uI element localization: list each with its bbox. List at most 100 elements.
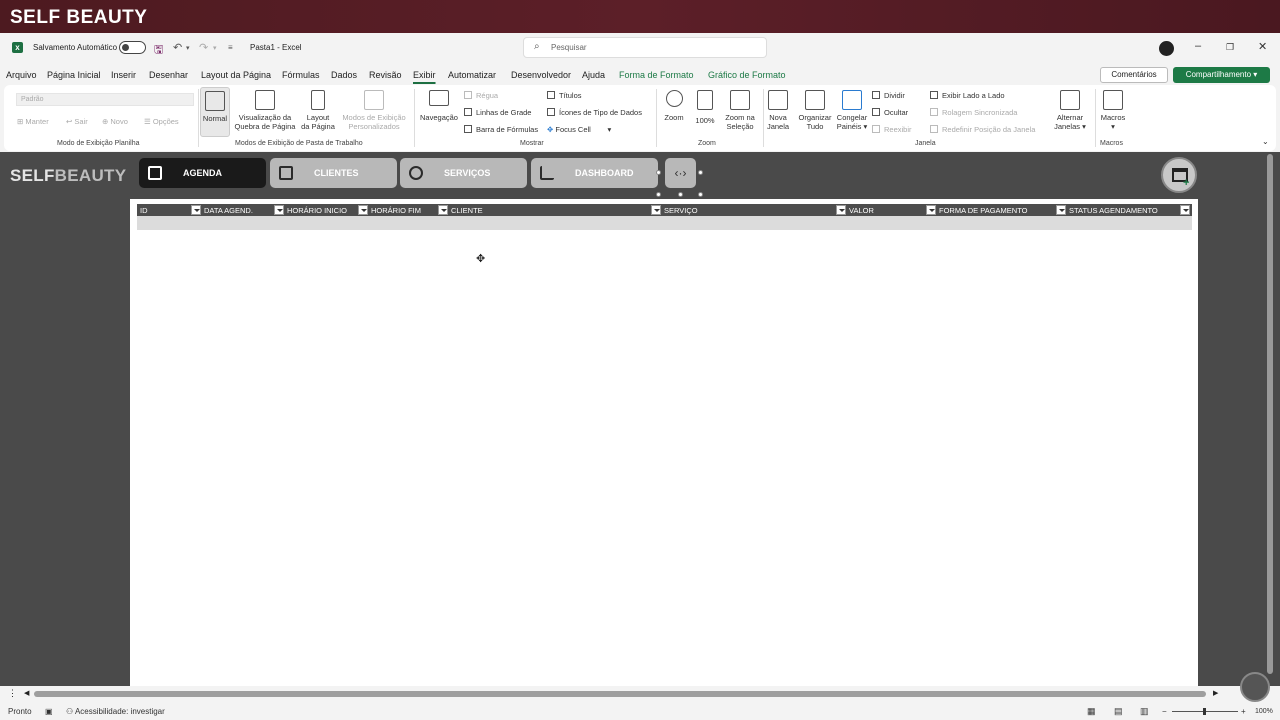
filter-dropdown-icon[interactable] <box>358 205 368 215</box>
comments-button[interactable]: Comentários <box>1100 67 1168 83</box>
data-type-icons-checkbox[interactable]: Ícones de Tipo de Dados <box>547 108 642 117</box>
tab-grafico-formato[interactable]: Gráfico de Formato <box>708 70 786 80</box>
tab-revisao[interactable]: Revisão <box>369 70 402 80</box>
hide-button[interactable]: Ocultar <box>872 108 908 117</box>
new-view-button: ⊕ Novo <box>102 117 128 126</box>
user-avatar[interactable] <box>1159 41 1174 56</box>
zoom-selection-button[interactable]: Zoom na Seleção <box>720 90 760 131</box>
new-window-button[interactable]: Nova Janela <box>764 90 792 131</box>
sheet-options-icon[interactable]: ⋮ <box>8 688 17 699</box>
page-layout-icon[interactable]: ▤ <box>1114 706 1123 717</box>
zoom-in-icon[interactable]: + <box>1241 707 1246 716</box>
navigation-button[interactable]: Navegação <box>418 90 460 122</box>
tab-layout-pagina[interactable]: Layout da Página <box>201 70 271 80</box>
side-by-side-button[interactable]: Exibir Lado a Lado <box>930 91 1005 100</box>
selection-handle[interactable] <box>698 192 703 197</box>
sheet-view-combo[interactable]: Padrão <box>16 93 194 106</box>
tab-pagina-inicial[interactable]: Página Inicial <box>47 70 101 80</box>
zoom-level[interactable]: 100% <box>1255 708 1273 715</box>
app-brand: SELFBEAUTY <box>10 166 126 186</box>
search-box[interactable]: ⌕ Pesquisar <box>523 37 767 58</box>
tab-desenhar[interactable]: Desenhar <box>149 70 188 80</box>
nav-dashboard-label: DASHBOARD <box>575 168 634 178</box>
nav-agenda-label: AGENDA <box>183 168 223 178</box>
tab-ajuda[interactable]: Ajuda <box>582 70 605 80</box>
tab-dados[interactable]: Dados <box>331 70 357 80</box>
page-break-view-button[interactable]: Visualização da Quebra de Página <box>232 90 298 131</box>
zoom-slider-knob[interactable] <box>1203 708 1206 715</box>
tab-automatizar[interactable]: Automatizar <box>448 70 496 80</box>
close-icon[interactable]: ✕ <box>1258 40 1267 53</box>
unhide-button: Reexibir <box>872 125 912 134</box>
tab-arquivo[interactable]: Arquivo <box>6 70 37 80</box>
tab-forma-formato[interactable]: Forma de Formato <box>619 70 694 80</box>
autosave-toggle[interactable] <box>119 41 146 54</box>
freeze-panes-button[interactable]: Congelar Painéis ▾ <box>834 90 870 131</box>
nav-agenda-button[interactable]: AGENDA <box>139 158 266 188</box>
save-icon[interactable]: 🖫 <box>154 41 163 60</box>
filter-dropdown-icon[interactable] <box>836 205 846 215</box>
redo-dropdown-icon[interactable]: ▾ <box>213 44 217 52</box>
plus-icon: + <box>1183 177 1190 189</box>
zoom-button[interactable]: Zoom <box>660 90 688 122</box>
macros-button[interactable]: Macros ▾ <box>1098 90 1128 131</box>
undo-dropdown-icon[interactable]: ▾ <box>186 44 190 52</box>
headings-checkbox[interactable]: Títulos <box>547 91 582 100</box>
focus-cell-button[interactable]: ✥ Focus Cell ▾ <box>547 125 611 134</box>
switch-windows-button[interactable]: Alternar Janelas ▾ <box>1052 90 1088 131</box>
filter-dropdown-icon[interactable] <box>1056 205 1066 215</box>
zoom-100-button[interactable]: 100% <box>692 90 718 125</box>
horizontal-scroll-thumb[interactable] <box>34 691 1206 697</box>
tab-formulas[interactable]: Fórmulas <box>282 70 320 80</box>
share-button[interactable]: Compartilhamento ▾ <box>1173 67 1270 83</box>
add-appointment-button[interactable]: + <box>1161 157 1197 193</box>
arrange-all-button[interactable]: Organizar Tudo <box>796 90 834 131</box>
collapse-ribbon-icon[interactable]: ⌄ <box>1262 137 1269 146</box>
formula-bar-checkbox[interactable]: Barra de Fórmulas <box>464 125 538 134</box>
restore-icon[interactable]: ❐ <box>1226 42 1234 53</box>
filter-dropdown-icon[interactable] <box>191 205 201 215</box>
gridlines-checkbox[interactable]: Linhas de Grade <box>464 108 531 117</box>
selection-handle[interactable] <box>656 192 661 197</box>
macro-record-icon[interactable]: ▣ <box>45 707 53 716</box>
sync-scroll-button: Rolagem Sincronizada <box>930 108 1017 117</box>
selection-handle[interactable] <box>698 170 703 175</box>
tab-desenvolvedor[interactable]: Desenvolvedor <box>511 70 571 80</box>
grid-icon <box>205 91 225 111</box>
table-row[interactable] <box>137 216 1192 230</box>
tab-exibir[interactable]: Exibir <box>413 70 436 80</box>
filter-dropdown-icon[interactable] <box>438 205 448 215</box>
nav-clientes-button[interactable]: CLIENTES <box>270 158 397 188</box>
normal-view-button[interactable]: Normal <box>200 87 230 137</box>
filter-dropdown-icon[interactable] <box>651 205 661 215</box>
normal-view-icon[interactable]: ▦ <box>1087 706 1096 717</box>
redo-icon[interactable]: ↷ <box>199 41 208 54</box>
zoom-out-icon[interactable]: − <box>1162 707 1167 716</box>
custom-views-button: Modos de Exibição Personalizados <box>338 90 410 131</box>
nav-dashboard-button[interactable]: DASHBOARD <box>531 158 658 188</box>
vertical-scroll-thumb[interactable] <box>1267 154 1273 674</box>
selection-handle[interactable] <box>678 192 683 197</box>
filter-dropdown-icon[interactable] <box>274 205 284 215</box>
id-card-icon <box>279 166 293 180</box>
customize-toolbar-icon[interactable]: ≡ <box>228 43 233 52</box>
floating-widget[interactable] <box>1240 672 1270 702</box>
filter-dropdown-icon[interactable] <box>926 205 936 215</box>
share-label: Compartilhamento <box>1185 70 1252 79</box>
split-button[interactable]: Dividir <box>872 91 905 100</box>
horizontal-scrollbar[interactable]: ⋮ ◀ ▶ <box>0 686 1280 702</box>
brand-logo: SELF BEAUTY <box>10 7 147 29</box>
scroll-left-icon[interactable]: ◀ <box>24 689 29 697</box>
undo-icon[interactable]: ↶ <box>173 41 182 54</box>
page-break-preview-icon[interactable]: ▥ <box>1140 706 1149 717</box>
accessibility-status[interactable]: ⚇ Acessibilidade: investigar <box>66 707 165 716</box>
page-layout-view-button[interactable]: Layout da Página <box>300 90 336 131</box>
tab-inserir[interactable]: Inserir <box>111 70 136 80</box>
selection-handle[interactable] <box>656 170 661 175</box>
filter-dropdown-icon[interactable] <box>1180 205 1190 215</box>
nav-servicos-button[interactable]: SERVIÇOS <box>400 158 527 188</box>
expand-arrows-button[interactable]: ‹·› <box>665 158 696 188</box>
scroll-right-icon[interactable]: ▶ <box>1213 689 1218 697</box>
minimize-icon[interactable]: – <box>1195 40 1201 52</box>
vertical-scrollbar[interactable] <box>1267 152 1274 674</box>
